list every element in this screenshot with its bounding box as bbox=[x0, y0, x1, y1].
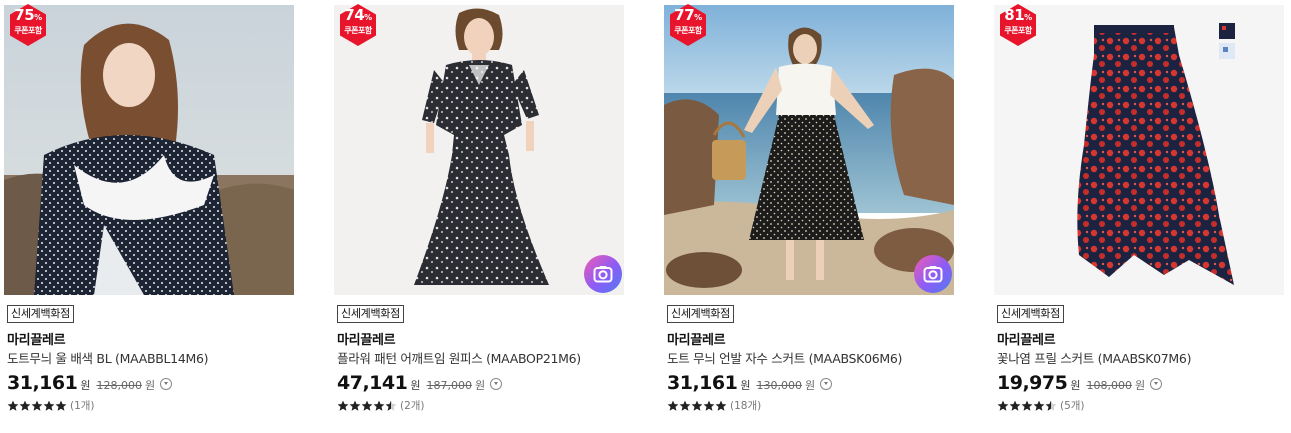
star-icon bbox=[385, 400, 397, 411]
star-icon bbox=[19, 400, 31, 411]
star-icon bbox=[1021, 400, 1033, 411]
product-card[interactable]: 75% 쿠폰포함 신세계백화점 마리끌레르 도트무늬 울 배색 BL (MAAB… bbox=[4, 0, 296, 433]
currency: 원 bbox=[804, 379, 816, 392]
currency: 원 bbox=[80, 379, 91, 392]
store-tag: 신세계백화점 bbox=[997, 305, 1064, 323]
star-rating bbox=[337, 400, 397, 412]
rating-row: (18개) bbox=[667, 398, 761, 413]
store-tag: 신세계백화점 bbox=[337, 305, 404, 323]
sale-price: 31,161 bbox=[7, 372, 78, 394]
price-row: 47,141 원 187,000 원 bbox=[337, 372, 503, 394]
brand-name[interactable]: 마리끌레르 bbox=[337, 329, 396, 348]
star-icon bbox=[31, 400, 43, 411]
product-photo-3 bbox=[664, 5, 954, 295]
rating-row: (2개) bbox=[337, 398, 425, 413]
sale-price: 31,161 bbox=[667, 372, 738, 394]
price-row: 31,161 원 128,000 원 bbox=[7, 372, 173, 394]
currency: 원 bbox=[474, 379, 486, 392]
store-tag: 신세계백화점 bbox=[667, 305, 734, 323]
brand-name[interactable]: 마리끌레르 bbox=[997, 329, 1056, 348]
product-image[interactable] bbox=[664, 5, 954, 295]
original-price: 187,000 bbox=[426, 379, 472, 392]
info-dropdown-icon[interactable] bbox=[820, 378, 833, 390]
product-card[interactable]: 81% 쿠폰포함 신세계백화점 마리끌레르 꽃나염 프릴 스커트 (MAABSK… bbox=[994, 0, 1286, 433]
review-count[interactable]: (18개) bbox=[730, 398, 761, 413]
star-icon bbox=[703, 400, 715, 411]
product-name[interactable]: 플라워 패턴 어깨트임 원피스 (MAABOP21M6) bbox=[337, 348, 623, 367]
currency: 원 bbox=[740, 379, 751, 392]
star-icon bbox=[997, 400, 1009, 411]
product-image[interactable] bbox=[4, 5, 294, 295]
star-icon bbox=[43, 400, 55, 411]
product-card[interactable]: 77% 쿠폰포함 신세계백화점 마리끌레르 도트 무늬 언발 자수 스커트 (M… bbox=[664, 0, 956, 433]
star-icon bbox=[1033, 400, 1045, 411]
star-icon bbox=[373, 400, 385, 411]
currency: 원 bbox=[1070, 379, 1081, 392]
camera-review-button[interactable] bbox=[914, 255, 952, 293]
star-icon bbox=[7, 400, 19, 411]
product-grid: 75% 쿠폰포함 신세계백화점 마리끌레르 도트무늬 울 배색 BL (MAAB… bbox=[0, 0, 1291, 433]
star-icon bbox=[349, 400, 361, 411]
camera-review-button[interactable] bbox=[584, 255, 622, 293]
product-card[interactable]: 74% 쿠폰포함 신세계백화점 마리끌레르 플라워 패턴 어깨트임 원피스 (M… bbox=[334, 0, 626, 433]
star-rating bbox=[7, 400, 67, 412]
currency: 원 bbox=[1134, 379, 1146, 392]
camera-icon bbox=[593, 266, 613, 283]
product-image[interactable] bbox=[994, 5, 1284, 295]
star-icon bbox=[1009, 400, 1021, 411]
info-dropdown-icon[interactable] bbox=[160, 378, 173, 390]
star-icon bbox=[55, 400, 67, 411]
product-photo-4 bbox=[994, 5, 1284, 295]
brand-name[interactable]: 마리끌레르 bbox=[667, 329, 726, 348]
sale-price: 47,141 bbox=[337, 372, 408, 394]
product-photo-1 bbox=[4, 5, 294, 295]
currency: 원 bbox=[410, 379, 421, 392]
star-icon bbox=[715, 400, 727, 411]
product-name[interactable]: 도트 무늬 언발 자수 스커트 (MAABSK06M6) bbox=[667, 348, 953, 367]
original-price: 128,000 bbox=[96, 379, 142, 392]
star-icon bbox=[691, 400, 703, 411]
review-count[interactable]: (5개) bbox=[1060, 398, 1085, 413]
star-rating bbox=[667, 400, 727, 412]
rating-row: (5개) bbox=[997, 398, 1085, 413]
star-icon bbox=[667, 400, 679, 411]
star-icon bbox=[337, 400, 349, 411]
product-photo-2 bbox=[334, 5, 624, 295]
info-dropdown-icon[interactable] bbox=[1150, 378, 1163, 390]
product-name[interactable]: 꽃나염 프릴 스커트 (MAABSK07M6) bbox=[997, 348, 1283, 367]
original-price: 108,000 bbox=[1086, 379, 1132, 392]
price-row: 19,975 원 108,000 원 bbox=[997, 372, 1163, 394]
product-name[interactable]: 도트무늬 울 배색 BL (MAABBL14M6) bbox=[7, 348, 293, 367]
info-dropdown-icon[interactable] bbox=[490, 378, 503, 390]
review-count[interactable]: (1개) bbox=[70, 398, 95, 413]
currency: 원 bbox=[144, 379, 156, 392]
star-icon bbox=[679, 400, 691, 411]
camera-icon bbox=[923, 266, 943, 283]
star-rating bbox=[997, 400, 1057, 412]
brand-name[interactable]: 마리끌레르 bbox=[7, 329, 66, 348]
price-row: 31,161 원 130,000 원 bbox=[667, 372, 833, 394]
star-icon bbox=[361, 400, 373, 411]
original-price: 130,000 bbox=[756, 379, 802, 392]
store-tag: 신세계백화점 bbox=[7, 305, 74, 323]
star-icon bbox=[1045, 400, 1057, 411]
rating-row: (1개) bbox=[7, 398, 95, 413]
product-image[interactable] bbox=[334, 5, 624, 295]
sale-price: 19,975 bbox=[997, 372, 1068, 394]
review-count[interactable]: (2개) bbox=[400, 398, 425, 413]
